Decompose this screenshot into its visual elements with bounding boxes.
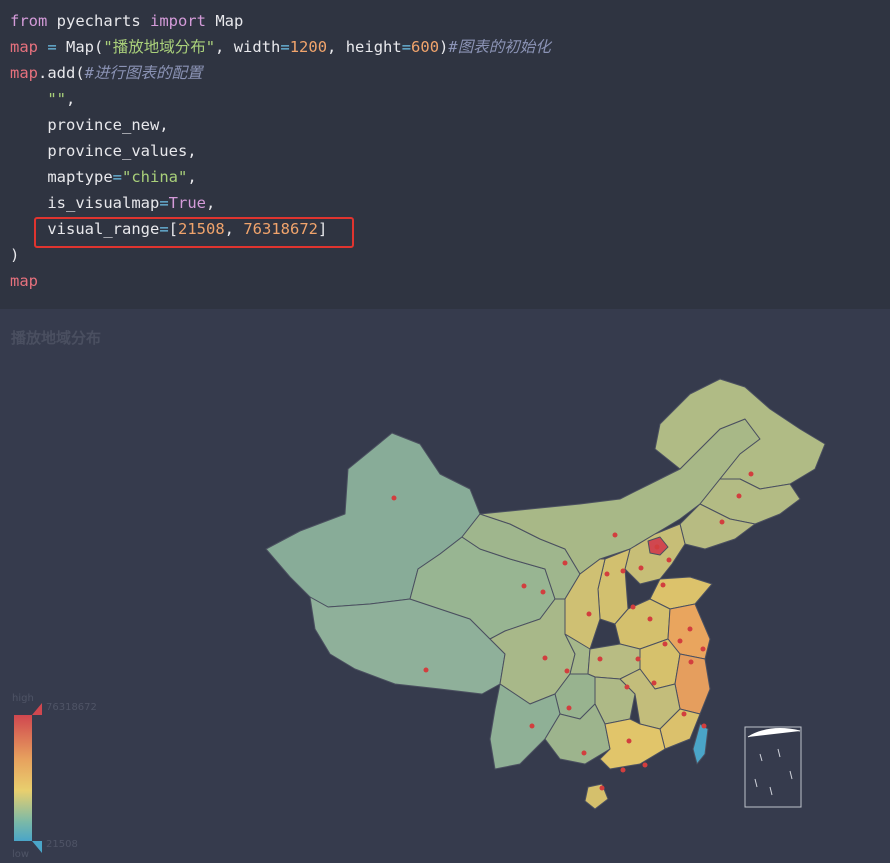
visualmap-min-value: 21508 — [46, 839, 78, 850]
code-token: , height — [327, 38, 402, 56]
visualmap-low-label: low — [12, 849, 30, 860]
code-token: is_visualmap — [10, 194, 160, 212]
code-line: ) — [10, 242, 19, 268]
code-token: , — [66, 90, 76, 108]
visualmap-bottom-handle[interactable] — [32, 841, 42, 853]
code-token: map — [10, 272, 38, 290]
code-line: "", — [10, 86, 75, 112]
code-token: map — [10, 38, 38, 56]
code-token: province_values, — [10, 142, 197, 160]
code-token: , width — [215, 38, 281, 56]
visualmap-gradient-bar[interactable] — [14, 715, 32, 841]
code-token: pyecharts — [47, 12, 150, 30]
code-token: #图表的初始化 — [448, 38, 551, 56]
visualmap-high-label: high — [12, 693, 34, 704]
code-token: = — [159, 194, 169, 212]
code-token: maptype — [10, 168, 113, 186]
code-token: = — [401, 38, 412, 56]
code-token: Map( — [56, 38, 104, 56]
code-token: = — [112, 168, 122, 186]
code-token: ) — [10, 246, 20, 264]
code-token: = — [47, 38, 57, 56]
code-token: "播放地域分布" — [103, 38, 216, 56]
code-line: province_new, — [10, 112, 169, 138]
code-token: province_new, — [10, 116, 169, 134]
south-china-sea-inset — [744, 726, 802, 808]
code-token: ) — [439, 38, 449, 56]
code-token: from — [10, 12, 48, 30]
region-taiwan — [692, 723, 709, 765]
code-line: is_visualmap=True, — [10, 190, 215, 216]
china-map[interactable] — [0, 309, 890, 863]
code-token: "china" — [122, 168, 188, 186]
visualmap-max-value: 76318672 — [46, 702, 97, 713]
code-token: import — [149, 12, 206, 30]
code-line: map.add(#进行图表的配置 — [10, 60, 203, 86]
code-token: 600 — [411, 38, 440, 56]
code-token: 1200 — [289, 38, 328, 56]
code-token: , — [205, 194, 216, 212]
code-cell[interactable]: from pyecharts import Map map = Map("播放地域… — [0, 0, 890, 309]
code-token: .add( — [38, 64, 85, 82]
code-line: from pyecharts import Map — [10, 8, 243, 34]
code-token: map — [10, 64, 38, 82]
region-hainan — [584, 783, 609, 810]
code-token: "" — [47, 90, 66, 108]
code-token: #进行图表的配置 — [84, 64, 203, 82]
code-token: Map — [205, 12, 244, 30]
code-line: map — [10, 268, 38, 294]
code-token: = — [280, 38, 290, 56]
highlight-annotation-box — [34, 217, 354, 248]
visualmap-top-handle[interactable] — [32, 703, 42, 715]
code-line: map = Map("播放地域分布", width=1200, height=6… — [10, 34, 551, 60]
output-cell: 播放地域分布 high 76318672 21508 low — [0, 309, 890, 863]
code-token: True — [168, 194, 206, 212]
code-token: , — [187, 168, 197, 186]
code-line: maptype="china", — [10, 164, 197, 190]
code-line: province_values, — [10, 138, 197, 164]
